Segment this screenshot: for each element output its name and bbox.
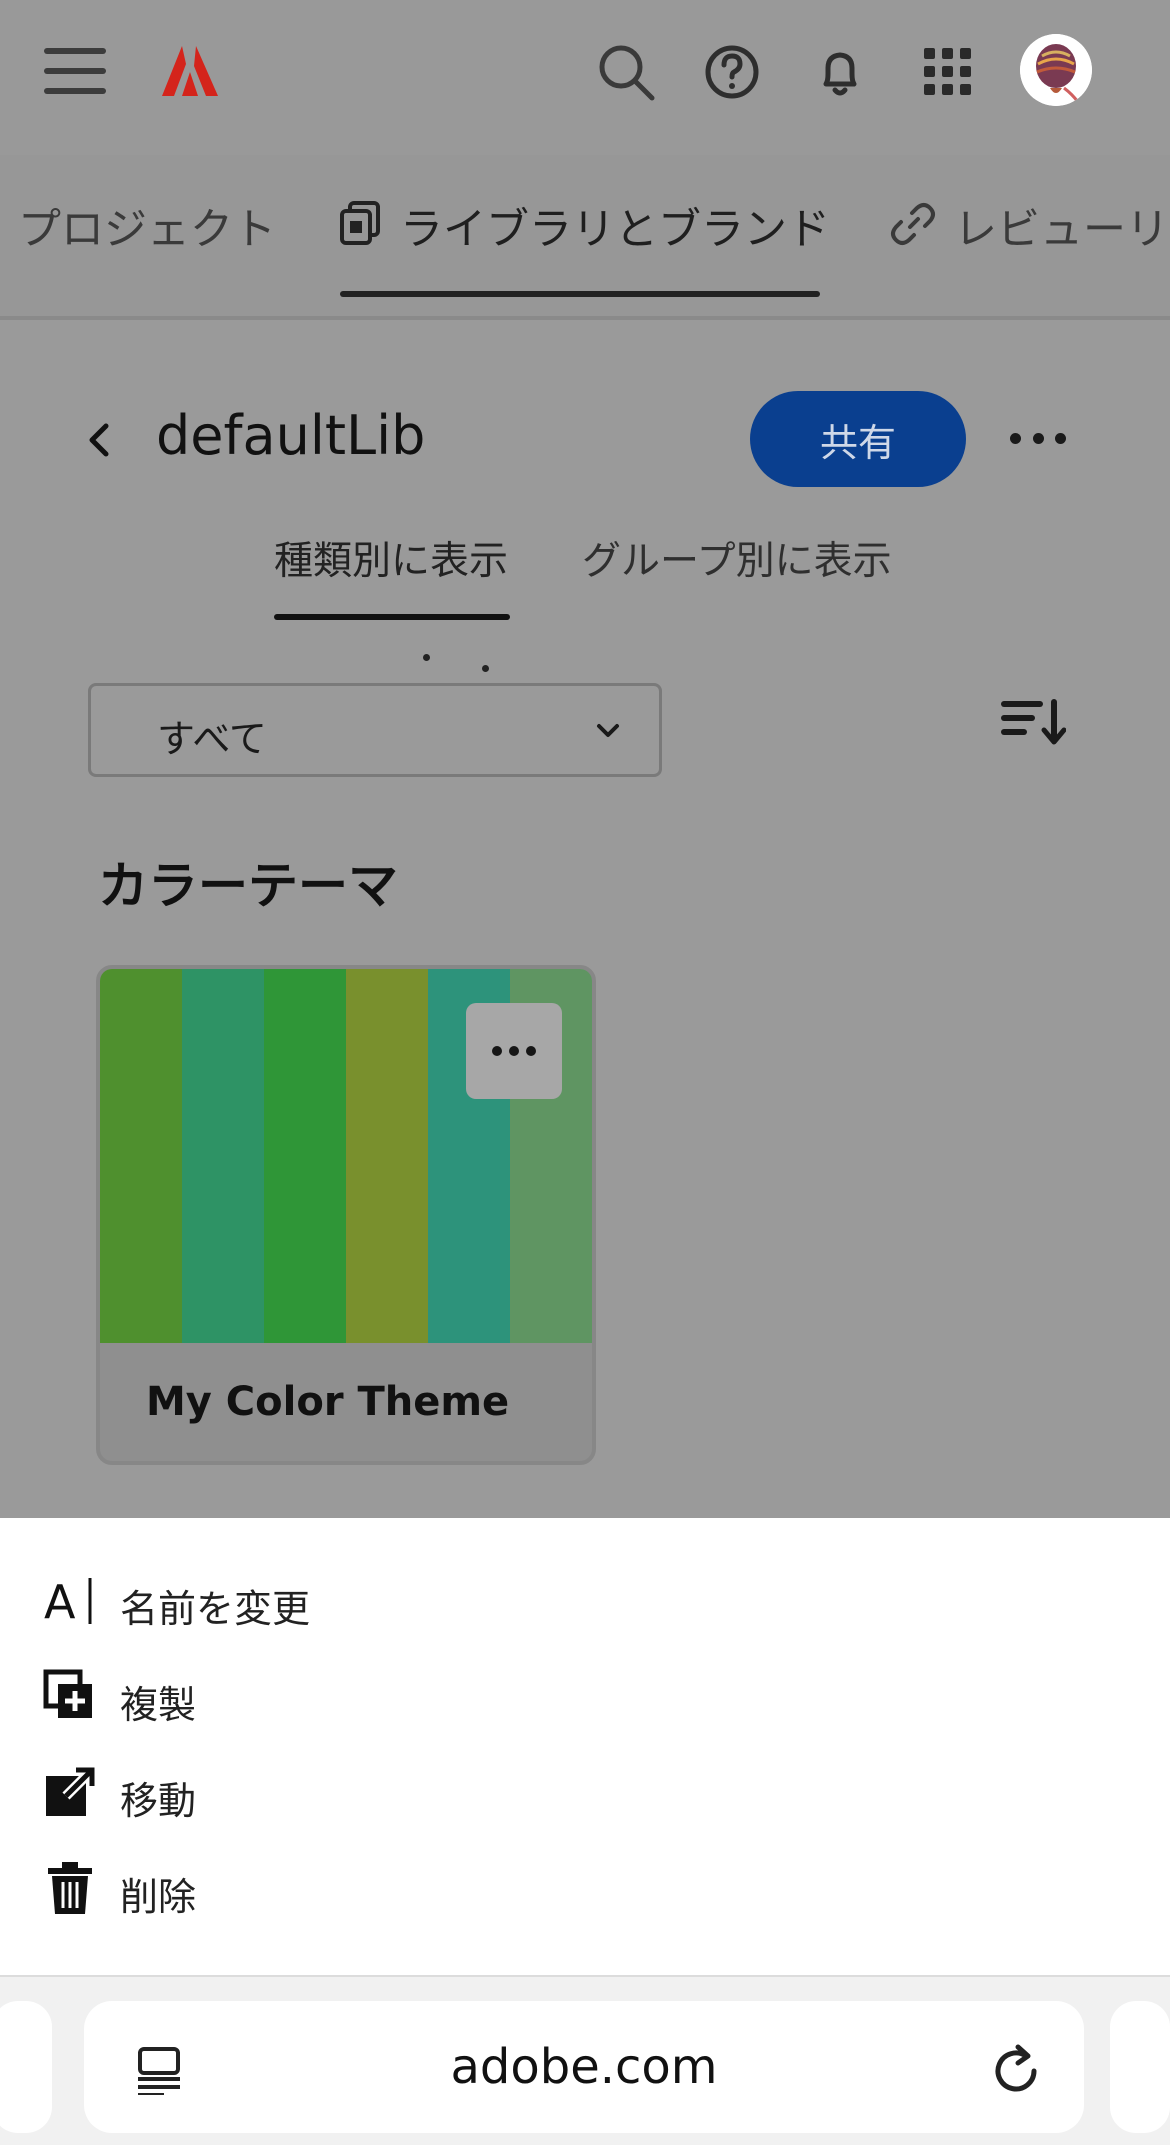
library-icon [340, 201, 380, 245]
filter-select[interactable]: すべて [88, 683, 662, 777]
menu-item-move[interactable]: 移動 [0, 1752, 1170, 1832]
menu-label: 移動 [120, 1779, 197, 1823]
sort-icon[interactable] [1000, 698, 1066, 746]
browser-toolbar: adobe.com [0, 1975, 1170, 2145]
trash-icon [48, 1862, 92, 1914]
filter-value: すべて [157, 717, 267, 761]
tab-review-links[interactable]: レビューリン [890, 195, 1170, 257]
tab-libraries-label: ライブラリとブランド [400, 205, 830, 255]
tab-projects[interactable]: プロジェクト [18, 195, 276, 257]
card-title: My Color Theme [146, 1379, 510, 1425]
link-icon [891, 203, 935, 245]
menu-item-delete[interactable]: 削除 [0, 1848, 1170, 1928]
reload-icon[interactable] [988, 2041, 1044, 2097]
tab-review-label: レビューリン [954, 205, 1170, 255]
library-more-icon[interactable] [1010, 425, 1066, 451]
chevron-down-icon [597, 724, 619, 737]
color-swatch [100, 969, 182, 1343]
next-tab-pill[interactable] [1110, 2001, 1170, 2133]
address-bar[interactable]: adobe.com [84, 2001, 1084, 2133]
card-more-icon[interactable] [466, 1003, 562, 1099]
prev-tab-pill[interactable] [0, 2001, 52, 2133]
url-text: adobe.com [450, 2039, 718, 2095]
adobe-logo[interactable] [162, 46, 218, 96]
menu-label: 削除 [120, 1875, 197, 1919]
menu-label: 名前を変更 [120, 1587, 311, 1631]
share-button[interactable]: 共有 [750, 391, 966, 487]
tab-view-by-type[interactable]: 種類別に表示 [274, 530, 508, 586]
library-title: defaultLib [156, 404, 426, 467]
menu-label: 複製 [120, 1683, 197, 1727]
view-tab-indicator [274, 614, 510, 620]
search-icon[interactable] [594, 40, 658, 104]
active-tab-indicator [340, 291, 820, 297]
svg-text:A: A [44, 1575, 76, 1628]
tab-libraries-brands[interactable]: ライブラリとブランド [340, 195, 830, 257]
rename-icon: A [44, 1575, 92, 1628]
color-swatch [264, 969, 346, 1343]
menu-item-rename[interactable]: A 名前を変更 [0, 1560, 1170, 1640]
app-header [0, 0, 1170, 155]
duplicate-icon [43, 1669, 92, 1718]
menu-item-duplicate[interactable]: 複製 [0, 1656, 1170, 1736]
action-sheet: A 名前を変更 複製 移動 削除 [0, 1518, 1170, 1975]
main-tabs: プロジェクト ライブラリとブランド レビューリン [0, 155, 1170, 320]
color-swatch [182, 969, 264, 1343]
bell-icon[interactable] [808, 40, 872, 104]
section-title: カラーテーマ [98, 857, 398, 915]
apps-grid-icon[interactable] [916, 40, 980, 104]
color-swatch [346, 969, 428, 1343]
menu-icon[interactable] [44, 48, 106, 94]
avatar[interactable] [1020, 34, 1092, 106]
loading-dot [482, 665, 489, 672]
help-icon[interactable] [700, 40, 764, 104]
loading-dot [423, 654, 430, 661]
color-theme-card[interactable]: My Color Theme [96, 965, 596, 1465]
move-icon [46, 1766, 96, 1816]
back-icon[interactable] [84, 420, 114, 460]
tab-view-by-group[interactable]: グループ別に表示 [582, 530, 892, 586]
